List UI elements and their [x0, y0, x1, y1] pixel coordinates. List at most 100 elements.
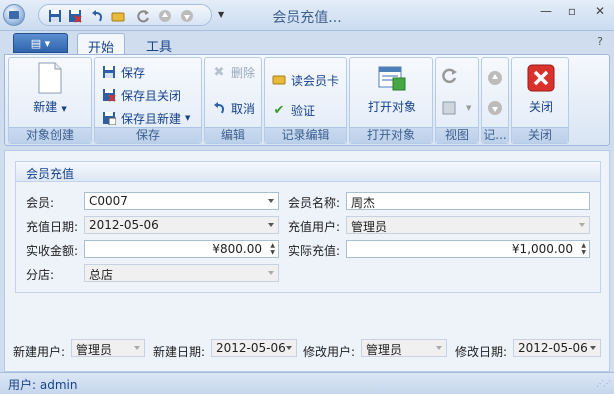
help-icon[interactable]: ?	[592, 35, 608, 51]
member-dropdown-icon	[268, 199, 274, 203]
date-dropdown-icon	[268, 223, 274, 227]
new-document-icon	[34, 62, 66, 94]
created-date-dropdown-icon	[286, 346, 292, 350]
member-value: C0007	[89, 194, 128, 208]
paid-amount-value: ¥800.00	[212, 242, 262, 256]
group-edit: ✖ 删除 取消 编辑	[204, 57, 262, 144]
save-new-icon	[101, 110, 117, 126]
modified-date-dropdown-icon	[590, 346, 596, 350]
paid-spinner-icon[interactable]: ▲ ▼	[270, 242, 275, 256]
recharge-user-dropdown-icon	[579, 223, 585, 227]
modified-by-label: 修改用户:	[303, 345, 356, 359]
save-close-button[interactable]: 保存且关闭	[101, 85, 181, 105]
file-menu-button[interactable]: ▤ ▾	[13, 33, 68, 53]
read-card-label: 读会员卡	[291, 73, 340, 88]
member-name-label: 会员名称:	[288, 196, 341, 210]
maximize-icon[interactable]: ▫	[562, 4, 582, 22]
close-window-icon[interactable]: ✕	[590, 4, 610, 22]
save-icon	[101, 64, 117, 80]
created-date-field[interactable]: 2012-05-06	[211, 339, 297, 357]
member-name-field[interactable]: 周杰	[346, 192, 590, 210]
open-object-icon	[376, 62, 408, 94]
member-label: 会员:	[26, 196, 55, 210]
window-title: 会员充值...	[272, 10, 342, 26]
group-record-edit: 读会员卡 ✔ 验证 记录编辑	[264, 57, 347, 144]
previous-record-button[interactable]	[487, 68, 507, 88]
undo-icon	[211, 100, 227, 116]
modified-by-field[interactable]: 管理员	[361, 339, 447, 357]
group-label-view: 视图	[436, 127, 478, 143]
resize-grip-icon[interactable]: ⋰⋰	[596, 379, 611, 388]
read-card-button[interactable]: 读会员卡	[271, 70, 339, 90]
tab-tools[interactable]: 工具	[136, 33, 182, 55]
open-object-label: 打开对象	[367, 100, 416, 114]
branch-field[interactable]: 总店	[84, 264, 279, 282]
recharge-user-label: 充值用户:	[288, 220, 341, 234]
cancel-button[interactable]: 取消	[211, 98, 255, 118]
group-label-close: 关闭	[512, 127, 568, 143]
actual-label: 实际充值:	[288, 244, 341, 258]
open-object-button[interactable]: 打开对象	[362, 62, 422, 115]
branch-value: 总店	[89, 268, 114, 282]
group-record-nav: 记...	[481, 57, 509, 144]
save-new-label: 保存且新建	[121, 111, 182, 126]
save-new-button[interactable]: 保存且新建 ▼	[101, 108, 190, 128]
group-label-save: 保存	[95, 127, 201, 143]
save-button[interactable]: 保存	[101, 62, 145, 82]
ribbon-panel: 新建▼ 对象创建 保存 保存且关闭 保存且新建▼ 保存 ✖ 删除 取消 编辑	[4, 54, 610, 146]
group-label-create: 对象创建	[9, 127, 91, 143]
created-by-dropdown-icon	[134, 346, 140, 350]
next-record-button[interactable]	[487, 98, 507, 118]
actual-recharge-value: ¥1,000.00	[511, 242, 573, 256]
group-open-object: 打开对象 打开对象	[349, 57, 433, 144]
created-by-value: 管理员	[76, 343, 113, 357]
save-new-chevron-icon: ▼	[185, 114, 191, 122]
view-layout-button[interactable]: ▼	[442, 98, 471, 118]
created-by-field[interactable]: 管理员	[71, 339, 145, 357]
group-label-open-object: 打开对象	[350, 127, 432, 143]
created-date-label: 新建日期:	[153, 345, 206, 359]
verify-label: 验证	[291, 103, 316, 118]
tab-home[interactable]: 开始	[77, 33, 126, 56]
member-field[interactable]: C0007	[84, 192, 279, 210]
verify-button[interactable]: ✔ 验证	[271, 100, 315, 120]
ribbon-tabs: ▤ ▾ 开始 工具 ?	[0, 31, 614, 56]
card-icon	[271, 72, 287, 88]
actual-spinner-icon[interactable]: ▲ ▼	[581, 242, 586, 256]
new-dropdown-chevron-icon: ▼	[61, 105, 67, 113]
delete-label: 删除	[231, 65, 256, 80]
check-icon: ✔	[273, 102, 285, 118]
title-bar: ▼ 会员充值... — ▫ ✕	[0, 0, 614, 31]
refresh-icon	[442, 68, 458, 84]
new-button[interactable]: 新建 ▼	[25, 62, 75, 115]
group-create: 新建 ▼ 对象创建	[8, 57, 92, 144]
delete-button[interactable]: ✖ 删除	[211, 62, 255, 82]
modified-date-label: 修改日期:	[455, 345, 508, 359]
group-close: 关闭 关闭	[511, 57, 569, 144]
recharge-user-field[interactable]: 管理员	[346, 216, 590, 234]
modified-date-value: 2012-05-06	[518, 341, 588, 355]
menu-icon: ▤ ▾	[30, 36, 51, 50]
save-close-label: 保存且关闭	[121, 88, 182, 103]
cancel-label: 取消	[231, 101, 256, 116]
close-icon	[525, 62, 557, 94]
group-label-record: 记...	[482, 127, 508, 143]
actual-recharge-field[interactable]: ¥1,000.00 ▲ ▼	[346, 240, 590, 258]
group-label-edit: 编辑	[205, 127, 261, 143]
created-by-label: 新建用户:	[13, 345, 66, 359]
delete-icon: ✖	[213, 64, 225, 80]
paid-label: 实收金额:	[26, 244, 79, 258]
layout-icon	[442, 100, 458, 116]
paid-amount-field[interactable]: ¥800.00 ▲ ▼	[84, 240, 279, 258]
close-button[interactable]: 关闭	[521, 62, 561, 115]
group-view: ▼ 视图	[435, 57, 479, 144]
status-user: 用户: admin	[8, 378, 78, 392]
minimize-icon[interactable]: —	[536, 4, 556, 22]
recharge-date-field[interactable]: 2012-05-06	[84, 216, 279, 234]
save-label: 保存	[121, 65, 146, 80]
modified-date-field[interactable]: 2012-05-06	[513, 339, 601, 357]
date-label: 充值日期:	[26, 220, 79, 234]
refresh-button[interactable]	[442, 66, 462, 86]
recharge-user-value: 管理员	[351, 220, 388, 234]
arrow-down-icon	[487, 100, 503, 116]
